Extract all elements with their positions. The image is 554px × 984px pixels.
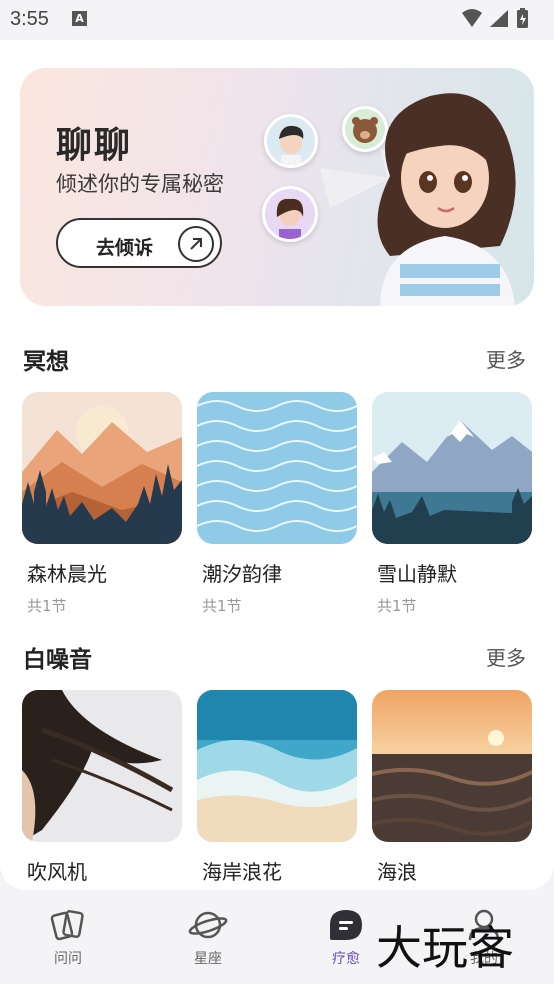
meditation-card[interactable]: 森林晨光 共1节 [22, 392, 182, 616]
white-noise-section-title: 白噪音 [23, 647, 92, 673]
wifi-icon [462, 9, 482, 27]
watermark: 大玩客 [376, 921, 514, 975]
nav-tab-horoscope[interactable]: 星座 [168, 908, 248, 968]
ocean-waves-image [372, 690, 532, 842]
white-noise-card[interactable]: 海岸浪花 [197, 690, 357, 885]
card-title: 雪山静默 [377, 562, 457, 586]
banner-subtitle: 倾述你的专属秘密 [56, 172, 224, 196]
card-count: 共1节 [377, 597, 417, 615]
tidal-rhythm-image [197, 392, 357, 544]
nav-label: 疗愈 [332, 951, 360, 967]
snow-mountain-image [372, 392, 532, 544]
go-confide-label: 去倾诉 [96, 237, 154, 259]
boy-avatar [264, 114, 318, 168]
card-title: 吹风机 [27, 860, 87, 884]
arrow-up-right-icon [178, 226, 214, 262]
nav-tab-healing[interactable]: 疗愈 [306, 908, 386, 968]
meditation-more-link[interactable]: 更多 [486, 344, 526, 373]
card-title: 海岸浪花 [202, 860, 282, 884]
card-count: 共1节 [202, 597, 242, 615]
nav-label: 问问 [54, 951, 82, 967]
card-title: 森林晨光 [27, 562, 107, 586]
white-noise-more-link[interactable]: 更多 [486, 642, 526, 671]
planet-icon [168, 908, 248, 942]
card-title: 海浪 [377, 860, 417, 884]
meditation-section-title: 冥想 [23, 349, 69, 375]
coastal-waves-image [197, 690, 357, 842]
chat-banner[interactable]: 聊聊 倾述你的专属秘密 去倾诉 [20, 68, 534, 306]
signal-icon [490, 10, 508, 27]
a-icon: A [72, 11, 87, 26]
status-icons [462, 8, 528, 28]
meditation-card[interactable]: 潮汐韵律 共1节 [197, 392, 357, 616]
main-content: 聊聊 倾述你的专属秘密 去倾诉 冥想 更多 森林晨光 共1节 潮汐韵律 共1节 … [0, 40, 554, 890]
girl-illustration [377, 93, 516, 306]
nav-label: 星座 [194, 951, 222, 967]
banner-title: 聊聊 [56, 124, 133, 166]
card-count: 共1节 [27, 597, 67, 615]
go-confide-button[interactable]: 去倾诉 [56, 218, 222, 268]
chat-bubble-icon [306, 908, 386, 942]
girl-avatar [262, 186, 318, 242]
white-noise-card[interactable]: 海浪 [372, 690, 532, 885]
white-noise-card[interactable]: 吹风机 [22, 690, 182, 885]
status-time: 3:55 [10, 8, 49, 30]
cards-icon [28, 908, 108, 942]
card-title: 潮汐韵律 [202, 562, 282, 586]
status-bar: 3:55 A [0, 0, 554, 40]
nav-tab-ask[interactable]: 问问 [28, 908, 108, 968]
meditation-card[interactable]: 雪山静默 共1节 [372, 392, 532, 616]
hair-dryer-image [22, 690, 182, 842]
forest-morning-image [22, 392, 182, 544]
